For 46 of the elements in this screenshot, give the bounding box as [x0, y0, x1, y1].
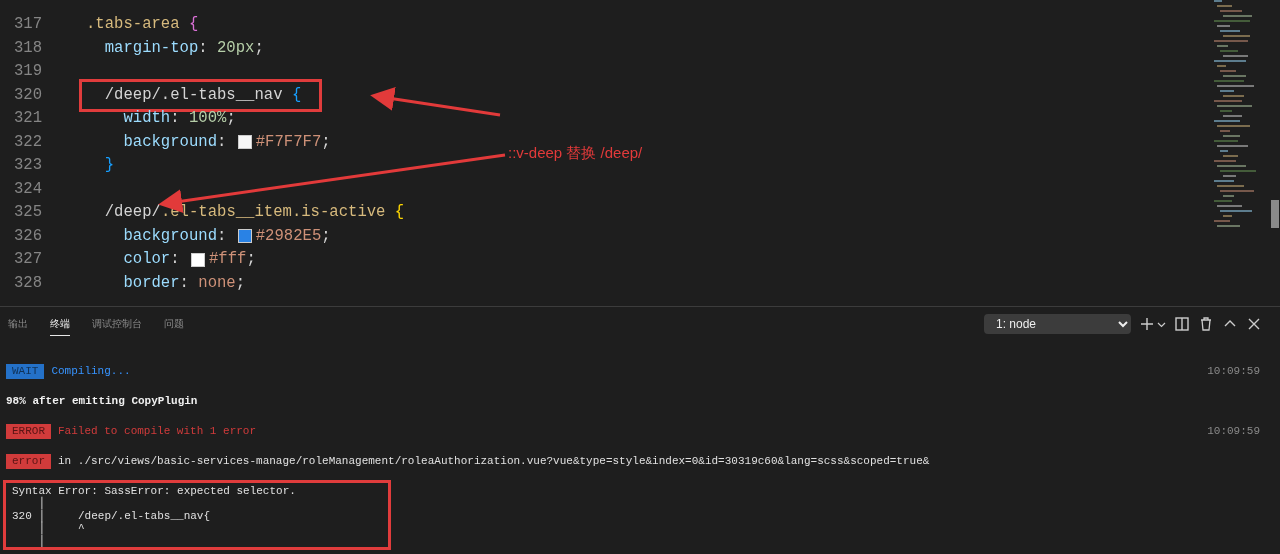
split-icon[interactable] [1174, 316, 1190, 332]
code-line: background: #F7F7F7; [122, 131, 331, 153]
panel-tab[interactable]: 终端 [50, 312, 70, 336]
code-line: background: #2982E5; [122, 225, 331, 247]
code-line: width: 100%; [122, 108, 236, 129]
panel-tab[interactable]: 输出 [8, 312, 28, 336]
panel-tab[interactable]: 调试控制台 [92, 312, 142, 336]
code-line: } [103, 155, 115, 176]
code-line: margin-top: 20px; [103, 37, 264, 59]
trash-icon[interactable] [1198, 316, 1214, 332]
log-message: 98% after emitting CopyPlugin [6, 393, 198, 409]
line-number: 325 [12, 202, 42, 224]
code-line: .tabs-area { [86, 14, 199, 35]
log-message: Failed to compile with 1 error [58, 423, 257, 439]
timestamp: 10:09:59 [1207, 423, 1261, 439]
line-number: 317 [12, 14, 42, 36]
error-output: Syntax Error: SassError: expected selector. │ 320 │ /deep/.el-tabs__nav{ │ ^ │ [6, 483, 388, 548]
code-line: /deep/.el-tabs__item.is-active { [103, 202, 405, 223]
status-badge: WAIT [6, 363, 45, 379]
terminal-select[interactable]: 1: node [984, 314, 1131, 334]
scrollbar-thumb[interactable] [1271, 200, 1279, 228]
line-number: 324 [12, 178, 42, 200]
status-badge: error [6, 453, 51, 469]
line-number: 328 [12, 272, 42, 294]
annotation-note: ::v-deep 替换 /deep/ [508, 143, 643, 163]
panel-tab[interactable]: 问题 [164, 312, 184, 336]
code-line: /deep/.el-tabs__nav { [82, 81, 320, 109]
code-line: border: none; [122, 272, 246, 294]
color-swatch[interactable] [237, 135, 252, 150]
line-number: 319 [12, 61, 42, 83]
log-message: Compiling... [51, 363, 131, 379]
plus-icon[interactable] [1139, 316, 1155, 332]
color-swatch[interactable] [237, 229, 252, 244]
code-line: color: #fff; [122, 249, 256, 270]
line-number: 320 [12, 84, 42, 106]
line-number: 327 [12, 249, 42, 271]
status-badge: ERROR [6, 423, 51, 439]
close-icon[interactable] [1246, 316, 1262, 332]
color-swatch[interactable] [190, 252, 205, 267]
timestamp: 10:09:59 [1207, 363, 1261, 379]
log-message: in ./src/views/basic-services-manage/roleManagement/roleaAuthorization.vue?vue&type=style&index=0&id=30319c60&lang=scss&scoped=true& [58, 453, 930, 469]
line-number: 323 [12, 155, 42, 177]
line-number: 326 [12, 225, 42, 247]
line-number: 322 [12, 131, 42, 153]
line-number: 318 [12, 37, 42, 59]
line-number: 321 [12, 108, 42, 130]
